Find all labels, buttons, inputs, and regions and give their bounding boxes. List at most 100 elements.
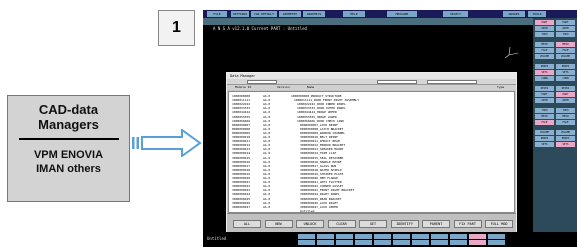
status-button[interactable]	[393, 234, 410, 239]
axis-triad-icon	[504, 46, 519, 59]
status-button[interactable]	[488, 234, 505, 239]
identify-button[interactable]: IDENTIFY	[390, 220, 419, 228]
panel-button[interactable]: VOLUME	[556, 54, 575, 59]
panel-button[interactable]: FACE	[556, 120, 575, 125]
panel-button[interactable]: VOLUME	[535, 54, 554, 59]
menu-measure[interactable]: MEASURE	[387, 11, 417, 17]
panel-button[interactable]: PROPS	[556, 64, 575, 69]
status-button[interactable]	[412, 240, 429, 245]
status-button[interactable]	[355, 240, 372, 245]
full-mod-button[interactable]: FULL MOD	[485, 220, 513, 228]
status-button[interactable]	[450, 240, 467, 245]
header-type: Type	[497, 85, 505, 89]
panel-button[interactable]: VOLUME	[535, 130, 554, 135]
clear-button[interactable]: CLEAR	[327, 220, 356, 228]
cad-data-managers-box: CAD-data Managers VPM ENOVIA IMAN others	[7, 95, 130, 202]
panel-button[interactable]: PART	[535, 92, 554, 97]
menu-select[interactable]: SELECT	[443, 11, 468, 17]
get-button[interactable]: GET	[359, 220, 387, 228]
panel-button[interactable]: SETS	[556, 70, 575, 75]
panel-button[interactable]: MESH	[535, 114, 554, 119]
panel-button[interactable]: PART	[556, 92, 575, 97]
panel-button[interactable]: MESH	[535, 42, 554, 47]
panel-button[interactable]: PROPS	[535, 136, 554, 141]
panel-button[interactable]: SETS	[535, 70, 554, 75]
cad-application-screenshot: FILE SETTINGS CAD DEFAULT GEOMETRY GRAPHICS H…	[203, 10, 577, 247]
panel-button[interactable]: PART	[535, 20, 554, 25]
status-button[interactable]	[317, 240, 334, 245]
menu-bar: FILE SETTINGS CAD DEFAULT GEOMETRY GRAPHICS H…	[203, 10, 577, 18]
cad-box-title-line1: CAD-data	[38, 102, 99, 117]
header-module-id: Module Id	[235, 85, 252, 89]
header-version: Version	[277, 85, 290, 89]
right-arrow-icon	[132, 129, 202, 157]
status-button[interactable]	[298, 234, 315, 239]
panel-button[interactable]: SETS	[556, 142, 575, 147]
step-number: 1	[172, 19, 181, 36]
data-manager-dialog: Data Manager Module Id Version Name Type…	[226, 72, 517, 234]
status-button[interactable]	[336, 240, 353, 245]
status-button[interactable]	[298, 240, 315, 245]
panel-button[interactable]: SETS	[535, 142, 554, 147]
table-header: Module Id Version Name Type	[227, 85, 516, 90]
panel-button[interactable]: GEOM	[535, 98, 554, 103]
new-button[interactable]: NEW	[264, 220, 293, 228]
panel-button[interactable]: TOPO	[535, 108, 554, 113]
filter-select[interactable]	[377, 80, 417, 84]
status-button[interactable]	[393, 240, 410, 245]
info-line: A N S A v12.1.0 Current PART : Untitled	[213, 26, 307, 31]
panel-button[interactable]: GEOM	[556, 26, 575, 31]
header-name: Name	[307, 85, 315, 89]
tree-table: 1000000000 A4.0 1000000000_PRODUCT_STRUCTU…	[228, 91, 515, 213]
panel-button[interactable]: TOPO	[556, 108, 575, 113]
panel-button[interactable]: VOLUME	[556, 130, 575, 135]
status-button[interactable]	[374, 240, 391, 245]
unlock-button[interactable]: UNLOCK	[296, 220, 324, 228]
status-button[interactable]	[431, 234, 448, 239]
panel-button[interactable]: DECKS	[535, 86, 554, 91]
menu-cad-default[interactable]: CAD DEFAULT	[251, 11, 277, 17]
cad-box-title-line2: Managers	[38, 117, 99, 132]
menu-graphics[interactable]: GRAPHICS	[303, 11, 325, 17]
menu-groups[interactable]: GROUPS	[503, 11, 525, 17]
status-button[interactable]	[412, 234, 429, 239]
status-button[interactable]	[374, 234, 391, 239]
status-button[interactable]	[469, 234, 486, 239]
cad-box-line1: VPM ENOVIA	[33, 149, 104, 161]
panel-button[interactable]: PROPS	[535, 64, 554, 69]
panel-button[interactable]: CONN	[556, 76, 575, 81]
panel-button[interactable]: FACE	[556, 48, 575, 53]
fix-part-button[interactable]: FIX PART	[453, 220, 482, 228]
status-button[interactable]	[488, 240, 505, 245]
title-strip	[203, 18, 577, 25]
panel-button[interactable]: MESH	[556, 42, 575, 47]
menu-settings[interactable]: SETTINGS	[231, 11, 249, 17]
status-bar: Untitled	[203, 232, 577, 247]
panel-button[interactable]: TOPO	[535, 32, 554, 37]
all-button[interactable]: ALL	[233, 220, 261, 228]
panel-button[interactable]: FACE	[535, 48, 554, 53]
status-button[interactable]	[317, 234, 334, 239]
menu-geometry[interactable]: GEOMETRY	[279, 11, 301, 17]
panel-button[interactable]: TOPO	[556, 32, 575, 37]
status-button[interactable]	[355, 234, 372, 239]
status-label: Untitled	[207, 236, 227, 241]
panel-button[interactable]: MESH	[556, 114, 575, 119]
menu-file[interactable]: FILE	[207, 11, 227, 17]
panel-button[interactable]: CONN	[535, 76, 554, 81]
view-select[interactable]	[247, 80, 277, 84]
panel-button[interactable]: DECKS	[556, 86, 575, 91]
status-button[interactable]	[469, 240, 486, 245]
parent-button[interactable]: PARENT	[422, 220, 450, 228]
status-button[interactable]	[336, 234, 353, 239]
panel-button[interactable]: PROPS	[556, 136, 575, 141]
status-button[interactable]	[431, 240, 448, 245]
mode-select[interactable]	[427, 80, 477, 84]
panel-button[interactable]: FACE	[535, 120, 554, 125]
panel-button[interactable]: PART	[556, 20, 575, 25]
menu-tools[interactable]: TOOLS	[528, 11, 546, 17]
panel-button[interactable]: GEOM	[535, 26, 554, 31]
status-button[interactable]	[450, 234, 467, 239]
menu-help[interactable]: HELP	[343, 11, 365, 17]
panel-button[interactable]: GEOM	[556, 98, 575, 103]
